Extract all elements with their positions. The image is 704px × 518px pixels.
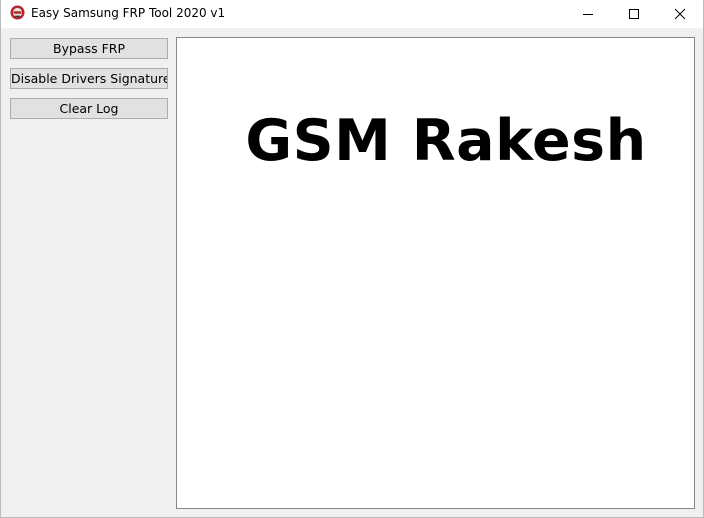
maximize-button[interactable] [611,0,657,28]
app-icon[interactable] [10,5,25,20]
window-title: Easy Samsung FRP Tool 2020 v1 [31,6,226,20]
bypass-frp-button[interactable]: Bypass FRP [10,38,168,59]
minimize-icon [582,5,594,24]
log-heading: GSM Rakesh [245,108,647,174]
minimize-button[interactable] [565,0,611,28]
maximize-icon [628,5,640,24]
app-window: Easy Samsung FRP Tool 2020 v1 Bypass FRP… [0,0,704,518]
disable-drivers-signatures-button[interactable]: Disable Drivers Signatures [10,68,168,89]
close-button[interactable] [657,0,703,28]
clear-log-button[interactable]: Clear Log [10,98,168,119]
close-icon [674,5,686,24]
log-output-panel[interactable]: GSM Rakesh [176,37,695,509]
title-bar[interactable]: Easy Samsung FRP Tool 2020 v1 [1,0,703,28]
